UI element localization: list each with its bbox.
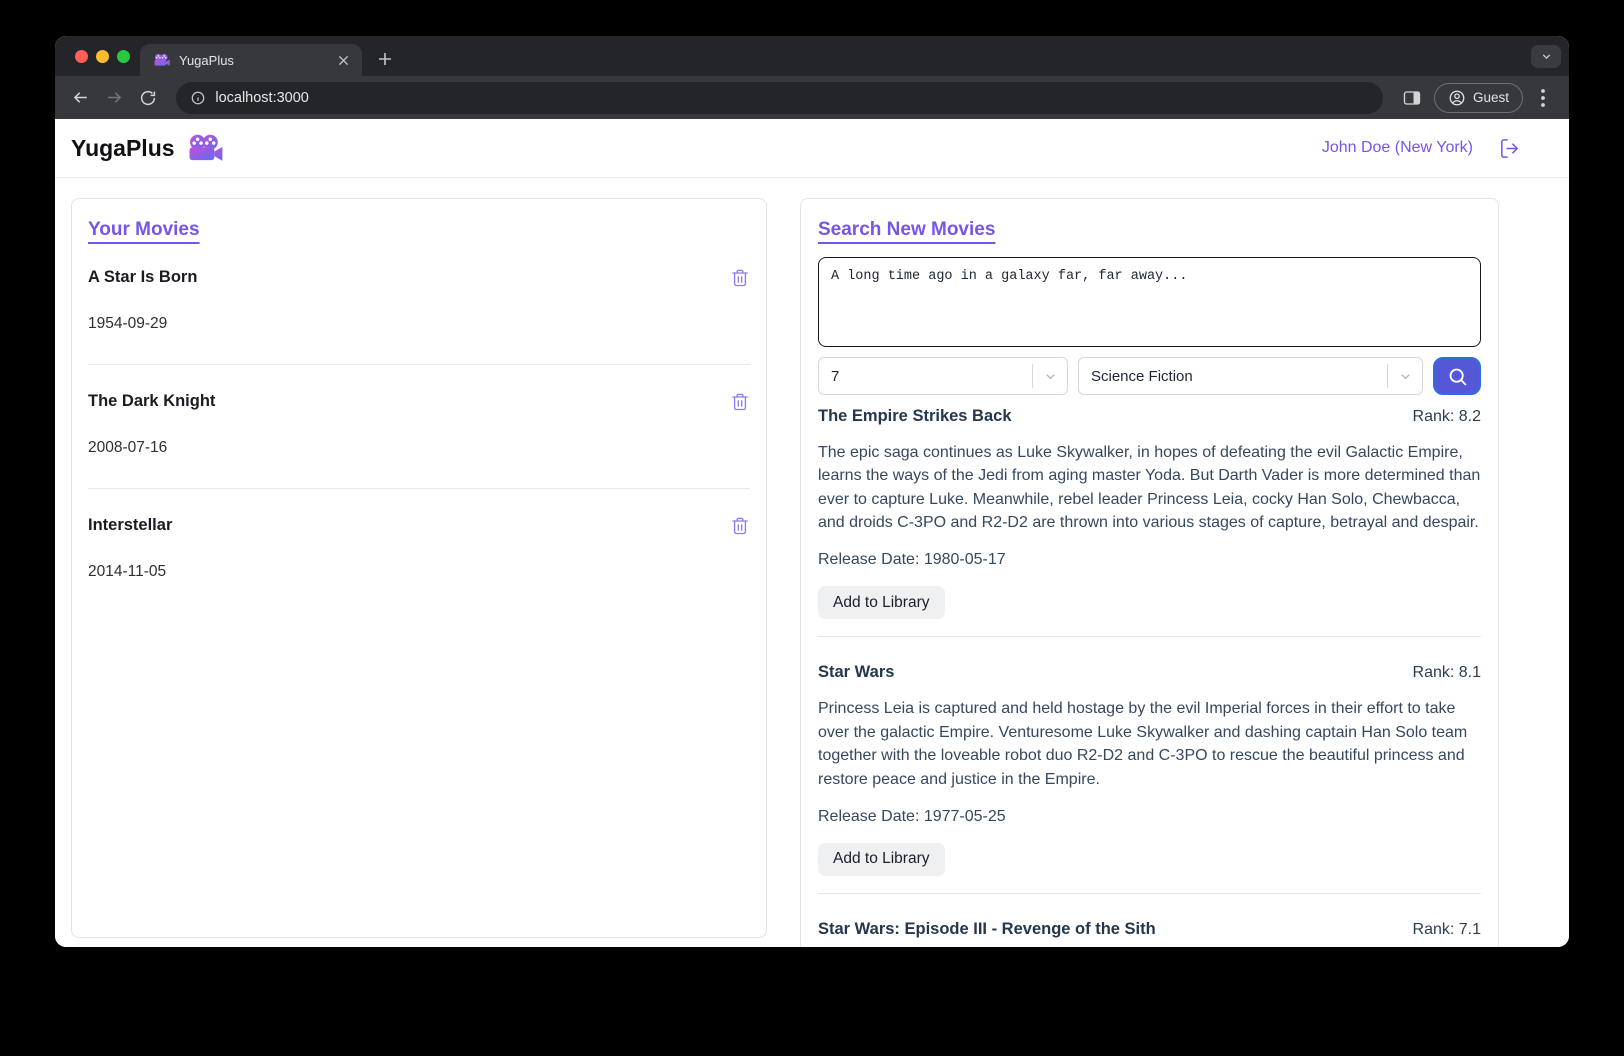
delete-movie-button[interactable]: [730, 268, 750, 288]
search-query-textarea[interactable]: A long time ago in a galaxy far, far awa…: [818, 257, 1481, 347]
chevron-down-icon: [1033, 369, 1067, 384]
search-movies-panel: Search New Movies A long time ago in a g…: [800, 198, 1499, 947]
person-circle-icon: [1449, 90, 1465, 105]
toolbar-right-cluster: Guest: [1399, 82, 1554, 113]
result-count-select[interactable]: 7: [818, 357, 1068, 395]
url-text: localhost:3000: [215, 89, 309, 106]
add-to-library-button[interactable]: Add to Library: [818, 842, 945, 876]
profile-label: Guest: [1472, 90, 1509, 105]
window-zoom-button[interactable]: [117, 50, 130, 63]
window-close-button[interactable]: [75, 50, 88, 63]
brand: YugaPlus: [71, 133, 223, 163]
app-title: YugaPlus: [71, 134, 175, 161]
result-title: Star Wars: Episode III - Revenge of the …: [818, 919, 1156, 938]
chevron-down-icon: [1542, 54, 1550, 60]
browser-window: YugaPlus localhost:3000 Guest YugaPlus J…: [55, 36, 1569, 947]
movie-camera-logo-icon: [189, 134, 222, 161]
your-movies-title: Your Movies: [88, 219, 200, 240]
list-item: A Star Is Born 1954-09-29: [88, 241, 750, 365]
address-bar[interactable]: localhost:3000: [176, 81, 1383, 114]
result-description: Princess Leia is captured and held hosta…: [818, 700, 1468, 788]
close-icon: [338, 55, 348, 65]
search-result: The Empire Strikes Back Rank: 8.2 The ep…: [818, 407, 1481, 620]
list-item: Interstellar 2014-11-05: [88, 489, 750, 612]
delete-movie-button[interactable]: [730, 516, 750, 536]
reload-button[interactable]: [135, 84, 163, 112]
result-rank: Rank: 7.1: [1412, 920, 1481, 938]
tab-search-button[interactable]: [1531, 45, 1561, 68]
kebab-menu-icon: [1541, 88, 1545, 107]
genre-select[interactable]: Science Fiction: [1078, 357, 1423, 395]
movie-release-date: 2014-11-05: [88, 563, 167, 580]
list-item: The Dark Knight 2008-07-16: [88, 365, 750, 489]
trash-icon: [732, 517, 748, 535]
tab-title: YugaPlus: [179, 52, 234, 68]
side-panel-button[interactable]: [1399, 85, 1425, 111]
trash-icon: [732, 393, 748, 411]
side-panel-icon: [1403, 90, 1421, 105]
tab-close-button[interactable]: [334, 51, 352, 69]
search-controls: 7 Science Fiction: [818, 357, 1481, 395]
result-rank: Rank: 8.1: [1412, 664, 1481, 682]
search-result: Star Wars: Episode III - Revenge of the …: [818, 892, 1481, 939]
browser-menu-button[interactable]: [1532, 85, 1554, 111]
result-rank: Rank: 8.2: [1412, 408, 1481, 425]
result-title: Star Wars: [818, 663, 895, 682]
forward-button[interactable]: [101, 84, 129, 112]
movie-title: The Dark Knight: [88, 392, 216, 410]
chevron-down-icon: [1388, 369, 1422, 384]
arrow-left-icon: [74, 92, 88, 103]
back-button[interactable]: [67, 84, 95, 112]
your-movies-panel: Your Movies A Star Is Born 1954-09-29 Th…: [71, 198, 767, 938]
movie-release-date: 1954-09-29: [88, 315, 168, 332]
browser-tab[interactable]: YugaPlus: [140, 44, 362, 76]
movie-release-date: 2008-07-16: [88, 439, 168, 456]
add-to-library-button[interactable]: Add to Library: [818, 586, 945, 620]
search-result: Star Wars Rank: 8.1 Princess Leia is cap…: [818, 636, 1481, 876]
search-icon: [1449, 368, 1466, 385]
window-controls: [75, 50, 130, 63]
movie-camera-favicon-icon: [153, 53, 170, 67]
user-area: John Doe (New York): [1322, 137, 1521, 160]
search-button[interactable]: [1433, 357, 1481, 395]
window-minimize-button[interactable]: [96, 50, 109, 63]
reload-icon: [141, 90, 156, 105]
main-content: Your Movies A Star Is Born 1954-09-29 Th…: [55, 178, 1569, 947]
desktop-background: YugaPlus localhost:3000 Guest YugaPlus J…: [0, 0, 1624, 1056]
user-profile-link[interactable]: John Doe (New York): [1322, 139, 1473, 157]
result-title: The Empire Strikes Back: [818, 407, 1012, 425]
result-count-value: 7: [831, 367, 840, 385]
result-description: The epic saga continues as Luke Skywalke…: [818, 444, 1481, 532]
profile-button[interactable]: Guest: [1433, 82, 1523, 113]
site-info-icon[interactable]: [190, 90, 206, 106]
trash-icon: [732, 269, 748, 287]
plus-icon: [379, 53, 391, 65]
movie-title: A Star Is Born: [88, 268, 198, 286]
genre-value: Science Fiction: [1091, 367, 1193, 385]
browser-tab-strip: YugaPlus: [55, 36, 1569, 76]
browser-toolbar: localhost:3000 Guest: [55, 76, 1569, 119]
site-header: YugaPlus John Doe (New York): [55, 119, 1569, 178]
result-release-date: Release Date: 1980-05-17: [818, 551, 1006, 569]
page-content: YugaPlus John Doe (New York) Your Movies…: [55, 119, 1569, 947]
delete-movie-button[interactable]: [730, 392, 750, 412]
logout-icon: [1501, 138, 1518, 158]
movie-title: Interstellar: [88, 516, 173, 534]
arrow-right-icon: [108, 92, 122, 103]
logout-button[interactable]: [1498, 137, 1521, 160]
search-movies-title: Search New Movies: [818, 219, 996, 240]
result-release-date: Release Date: 1977-05-25: [818, 807, 1006, 825]
new-tab-button[interactable]: [372, 46, 398, 72]
